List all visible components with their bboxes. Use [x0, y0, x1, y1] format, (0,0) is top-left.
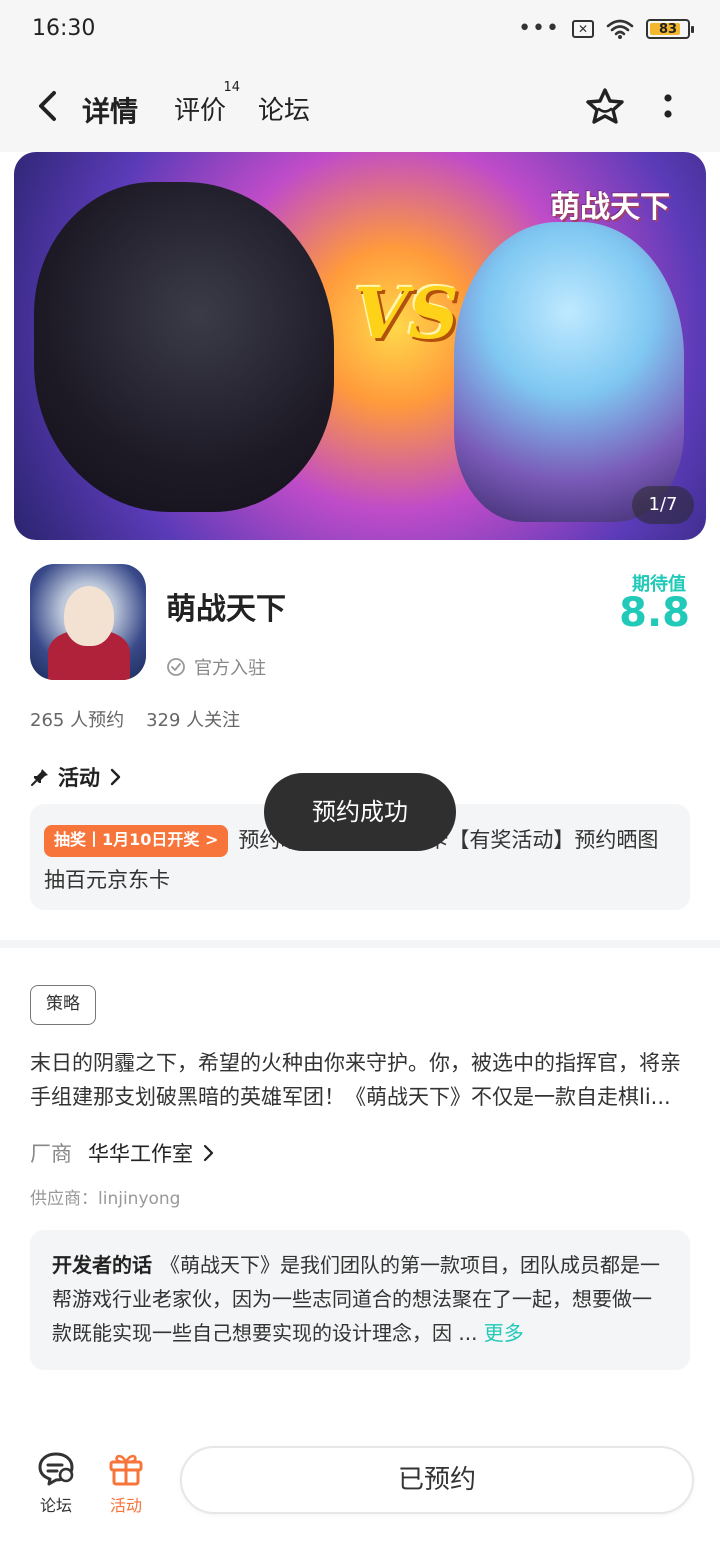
reservation-count: 265 人预约 — [30, 710, 125, 731]
toast-reserved-success: 预约成功 — [264, 773, 456, 851]
expectation-score: 8.8 — [619, 590, 690, 636]
reserved-button[interactable]: 已预约 — [180, 1446, 694, 1514]
tab-reviews[interactable]: 评价 14 — [174, 80, 240, 127]
battery-icon: 83 — [646, 19, 694, 39]
developer-note-card[interactable]: 开发者的话 《萌战天下》是我们团队的第一款项目，团队成员都是一帮游戏行业老家伙，因… — [30, 1230, 690, 1370]
wifi-icon — [606, 19, 634, 39]
back-icon[interactable] — [34, 90, 62, 122]
developer-note: 开发者的话 《萌战天下》是我们团队的第一款项目，团队成员都是一帮游戏行业老家伙，因… — [52, 1248, 668, 1350]
star-icon[interactable] — [584, 86, 626, 128]
game-name: 萌战天下 — [166, 592, 286, 627]
bottom-activity-label: 活动 — [109, 1496, 142, 1515]
tab-reviews-label: 评价 — [174, 96, 227, 126]
vendor-name: 华华工作室 — [88, 1142, 193, 1166]
chevron-right-icon — [110, 768, 121, 786]
header-nav: 详情 评价 14 论坛 — [0, 60, 720, 152]
status-icons: ••• ✕ 83 — [518, 16, 694, 41]
official-verified-label: 官方入驻 — [194, 658, 266, 679]
banner-hero-art — [454, 222, 684, 522]
game-icon — [30, 564, 146, 680]
follower-count: 329 人关注 — [146, 710, 241, 731]
more-link[interactable]: 更多 — [484, 1321, 524, 1345]
supplier-info: 供应商：linjinyong — [30, 1189, 181, 1209]
vendor-row[interactable]: 厂商 华华工作室 — [30, 1138, 215, 1168]
lottery-tag: 抽奖丨1月10日开奖 > — [44, 825, 229, 857]
vendor-label: 厂商 — [30, 1142, 72, 1166]
bottom-activity-button[interactable]: 活动 — [96, 1448, 156, 1516]
status-time: 16:30 — [32, 16, 96, 41]
activity-heading[interactable]: 活动 — [30, 762, 122, 792]
game-description[interactable]: 末日的阴霾之下，希望的火种由你来守护。你，被选中的指挥官，将亲手组建那支划破黑暗… — [30, 1046, 692, 1114]
genre-tag[interactable]: 策略 — [30, 985, 96, 1025]
banner-vs: VS — [354, 272, 459, 355]
tab-forum-label: 论坛 — [258, 96, 311, 126]
tab-details-label: 详情 — [82, 95, 139, 128]
battery-level: 83 — [658, 21, 678, 37]
pin-icon — [31, 769, 48, 786]
tab-forum[interactable]: 论坛 — [258, 90, 310, 127]
game-icon-face — [64, 586, 114, 646]
activity-heading-label: 活动 — [58, 766, 100, 790]
status-bar: 16:30 ••• ✕ 83 — [0, 0, 720, 60]
banner-carousel[interactable]: VS 萌战天下 1/7 — [14, 152, 706, 540]
gift-icon — [109, 1454, 143, 1486]
section-divider — [0, 940, 720, 948]
official-verified: 官方入驻 — [166, 654, 266, 680]
tab-details[interactable]: 详情 — [82, 90, 139, 130]
banner-villain-art — [34, 182, 334, 512]
forum-chat-icon — [38, 1452, 74, 1486]
game-stats: 265 人预约 329 人关注 — [30, 706, 240, 732]
chevron-right-icon — [203, 1144, 214, 1162]
developer-note-title: 开发者的话 — [52, 1253, 152, 1277]
banner-logo-title: 萌战天下 — [550, 190, 670, 225]
bottom-action-bar: 论坛 活动 已预约 — [0, 1430, 720, 1560]
bottom-forum-button[interactable]: 论坛 — [26, 1448, 86, 1516]
no-sim-icon: ✕ — [572, 20, 594, 38]
bottom-forum-label: 论坛 — [39, 1496, 72, 1515]
signal-dots-icon: ••• — [518, 16, 560, 41]
check-circle-icon — [167, 658, 185, 676]
banner-page-counter: 1/7 — [632, 486, 694, 524]
more-icon[interactable] — [660, 92, 676, 122]
vendor-link[interactable]: 华华工作室 — [88, 1138, 215, 1168]
review-count-badge: 14 — [223, 80, 241, 95]
